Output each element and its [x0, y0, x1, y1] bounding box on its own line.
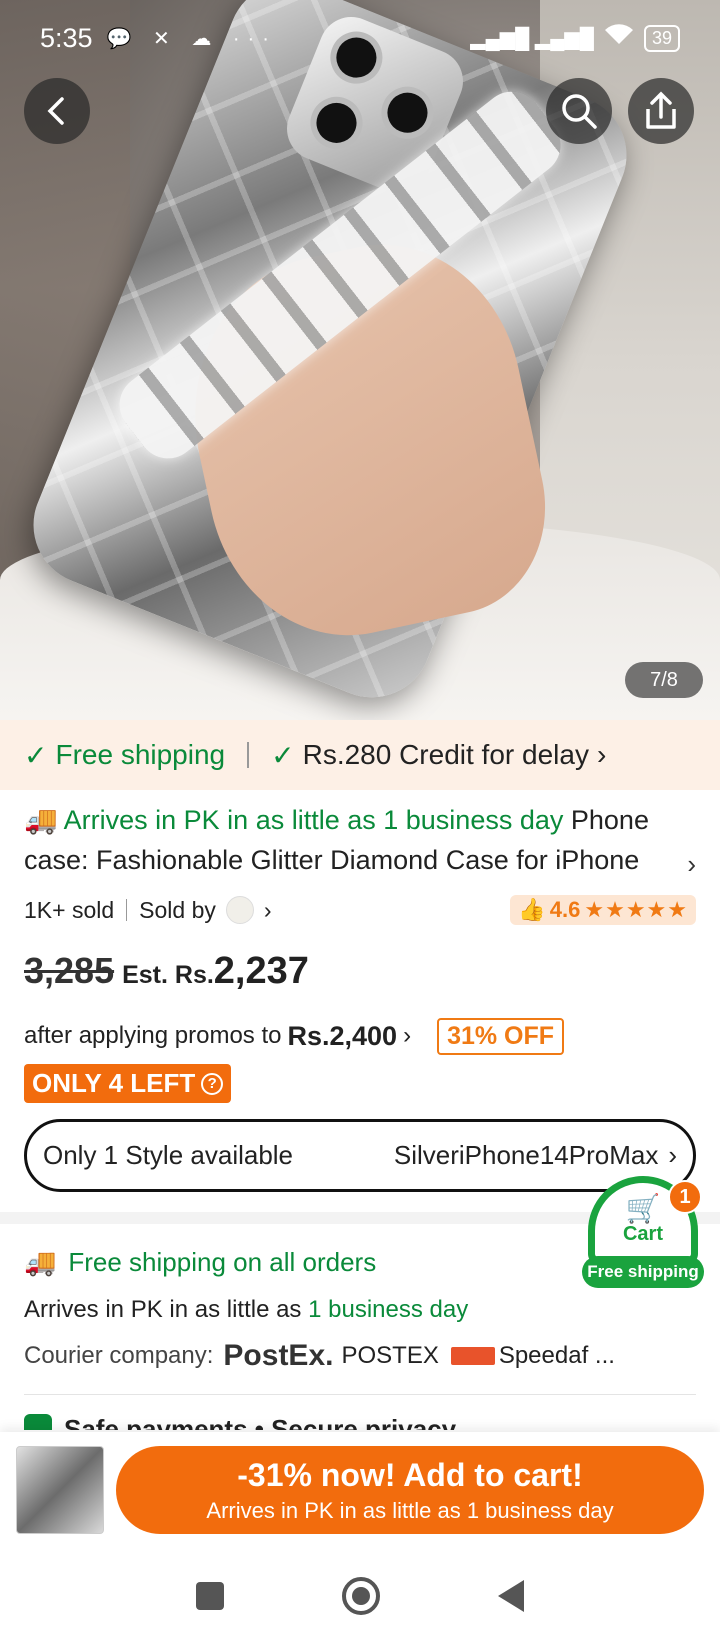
arrival-prefix: Arrives in PK in as little as: [24, 1296, 302, 1323]
courier-postex: POSTEX: [341, 1342, 439, 1369]
promo-row[interactable]: after applying promos to Rs.2,400 › 31% …: [24, 1016, 696, 1056]
product-thumbnail[interactable]: [16, 1446, 104, 1534]
star-icons: ★★★★★: [584, 897, 688, 922]
divider: [24, 1394, 696, 1395]
cart-free-shipping: Free shipping: [582, 1256, 704, 1288]
product-image[interactable]: [0, 0, 720, 720]
back-triangle-icon[interactable]: [498, 1580, 524, 1612]
system-nav-bar: [0, 1552, 720, 1640]
search-button[interactable]: [546, 78, 612, 144]
store-avatar[interactable]: [225, 896, 254, 924]
speedaf-logo: [450, 1347, 495, 1365]
rating-value: 4.6: [549, 897, 581, 922]
question-icon: ?: [201, 1072, 224, 1095]
chevron-right-icon: ›: [403, 1022, 412, 1049]
floating-cart-button[interactable]: 🛒 Cart 1 Free shipping: [582, 1176, 704, 1288]
courier-row: Courier company: PostEx. POSTEX Speedaf …: [24, 1336, 696, 1376]
product-title[interactable]: 🚚 Arrives in PK in as little as 1 busine…: [24, 800, 696, 880]
courier-label: Courier company:: [24, 1342, 214, 1369]
divider: [247, 742, 250, 768]
chevron-right-icon: ›: [596, 739, 607, 770]
add-to-cart-button[interactable]: -31% now! Add to cart! Arrives in PK in …: [116, 1446, 704, 1534]
cart-label: Cart: [622, 1222, 663, 1245]
style-label: Only 1 Style available: [43, 1140, 294, 1170]
est-label: Est. Rs.: [122, 961, 214, 989]
truck-icon: 🚚: [24, 805, 58, 835]
arrival-info: Arrives in PK in as little as 1 business…: [24, 1296, 696, 1332]
stock-badge[interactable]: ONLY 4 LEFT ?: [24, 1064, 232, 1103]
divider: [126, 899, 128, 921]
recents-icon[interactable]: [196, 1582, 224, 1610]
promo-amount: Rs.2,400: [287, 1020, 398, 1051]
image-counter: 7/8: [625, 662, 703, 698]
chevron-right-icon: ›: [687, 849, 696, 879]
product-info: 🚚 Arrives in PK in as little as 1 busine…: [24, 800, 696, 1103]
cart-count-badge: 1: [668, 1180, 702, 1214]
add-to-cart-label: -31% now! Add to cart!: [237, 1456, 583, 1493]
courier-speedaf: Speedaf ...: [498, 1342, 615, 1369]
price-row: 3,285 Est. Rs. 2,237: [24, 950, 696, 998]
wifi-icon: [604, 24, 634, 52]
chevron-left-icon: [47, 97, 64, 125]
chevron-right-icon[interactable]: ›: [264, 897, 272, 924]
rating-badge[interactable]: 👍 4.6 ★★★★★: [510, 895, 696, 925]
back-button[interactable]: [24, 78, 90, 144]
share-icon: [646, 91, 676, 129]
shield-icon: [24, 1414, 52, 1430]
stock-text: ONLY 4 LEFT: [32, 1068, 196, 1098]
arrival-days: 1 business day: [308, 1296, 469, 1323]
sold-row: 1K+ sold Sold by › 👍 4.6 ★★★★★: [24, 892, 696, 928]
search-icon: [562, 94, 597, 129]
notification-icons: 💬 ✕ ☁ ···: [106, 27, 277, 50]
check-icon: ✓: [271, 739, 295, 771]
credit-label: Rs.280 Credit for delay: [302, 739, 589, 770]
shipping-heading: Free shipping on all orders: [68, 1246, 377, 1277]
safe-payments-row[interactable]: Safe payments • Secure privacy: [24, 1414, 696, 1430]
home-icon[interactable]: [342, 1577, 380, 1615]
truck-icon: 🚚: [24, 1246, 57, 1277]
status-time: 5:35: [40, 22, 93, 53]
shipping-strip[interactable]: ✓ Free shipping ✓ Rs.280 Credit for delay ›: [0, 720, 720, 790]
sold-by-label: Sold by: [139, 896, 216, 923]
signal-icon: ▂▄▆█ ▂▄▆█: [470, 27, 594, 50]
bottom-action-bar: -31% now! Add to cart! Arrives in PK in …: [0, 1432, 720, 1552]
thumbs-up-icon: 👍: [518, 897, 546, 922]
free-shipping-label: Free shipping: [55, 739, 226, 770]
arrival-badge: Arrives in PK in as little as 1 business…: [63, 805, 564, 835]
postex-logo: PostEx.: [223, 1339, 334, 1372]
original-price: 3,285: [24, 950, 115, 991]
discount-badge: 31% OFF: [437, 1017, 565, 1055]
add-to-cart-sublabel: Arrives in PK in as little as 1 business…: [206, 1497, 614, 1523]
status-bar: 5:35 💬 ✕ ☁ ··· ▂▄▆█ ▂▄▆█ 39: [0, 0, 720, 76]
sold-count: 1K+ sold: [24, 896, 115, 923]
cart-icon: 🛒: [625, 1192, 661, 1224]
check-icon: ✓: [24, 739, 48, 771]
share-button[interactable]: [628, 78, 694, 144]
promo-text: after applying promos to: [24, 1022, 282, 1049]
safe-payments-label: Safe payments • Secure privacy: [64, 1414, 457, 1430]
sale-price: 2,237: [213, 950, 309, 992]
battery-icon: 39: [643, 24, 680, 52]
style-value: SilveriPhone14ProMax: [393, 1140, 659, 1170]
chevron-right-icon: ›: [668, 1140, 677, 1170]
